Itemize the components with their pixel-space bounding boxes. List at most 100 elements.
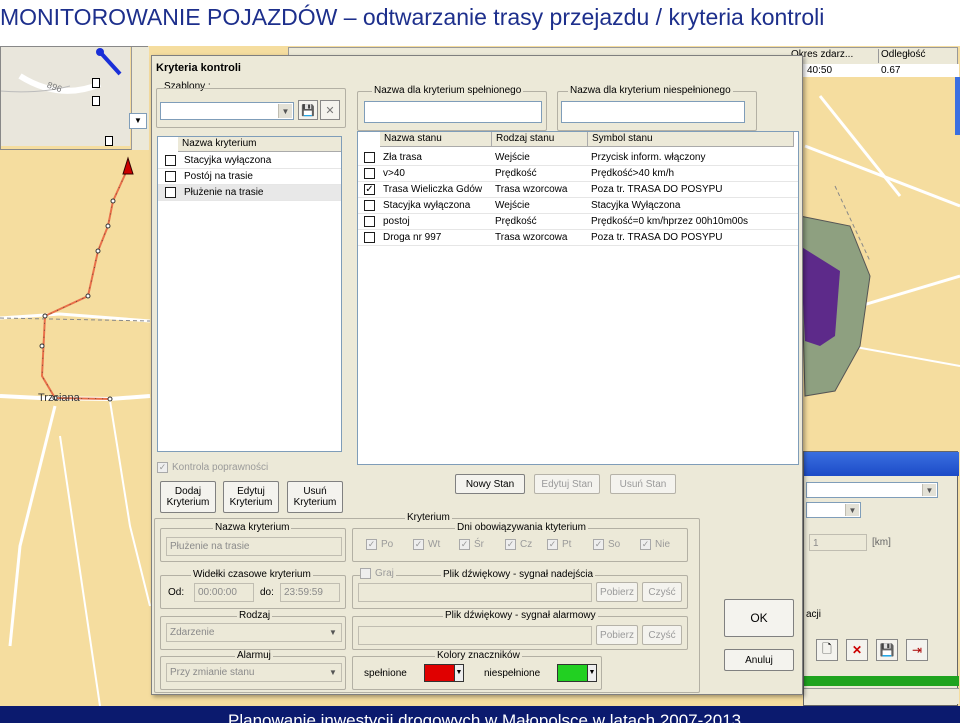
day-checkbox-box[interactable]: ✓ (459, 539, 470, 550)
delete-criterion-button[interactable]: Usuń Kryterium (287, 481, 343, 513)
day-checkbox[interactable]: ✓ Pt (547, 539, 571, 550)
state-type: Trasa wzorcowa (495, 184, 568, 195)
criterion-name-label: Nazwa kryterium (213, 522, 292, 533)
exit-icon[interactable]: ⇥ (906, 639, 928, 661)
delete-state-button[interactable]: Usuń Stan (610, 474, 676, 494)
to-time-input[interactable]: 23:59:59 (280, 583, 340, 602)
table-row[interactable]: v>40 Prędkość Prędkość>40 km/h (358, 166, 798, 182)
state-checkbox[interactable] (364, 152, 375, 163)
cancel-button[interactable]: Anuluj (724, 649, 794, 671)
grid-cell: 0.67 (881, 65, 901, 76)
new-state-button[interactable]: Nowy Stan (455, 474, 525, 494)
day-checkbox-box[interactable]: ✓ (505, 539, 516, 550)
delete-icon[interactable]: ✕ (320, 100, 340, 120)
criteria-list[interactable]: Nazwa kryterium Stacyjka wyłączona Postó… (157, 136, 342, 452)
criterion-name-input[interactable]: Płużenie na trasie (166, 537, 342, 556)
add-criterion-button[interactable]: Dodaj Kryterium (160, 481, 216, 513)
dropdown-arrow-icon[interactable]: ▼ (454, 664, 464, 682)
dropdown-arrow-icon: ▼ (922, 484, 936, 496)
alarm-fetch-button[interactable]: Pobierz (596, 625, 638, 645)
to-label: do: (260, 587, 274, 598)
delete-icon[interactable]: ✕ (846, 639, 868, 661)
correctness-checkbox[interactable]: ✓ (157, 462, 168, 473)
met-name-label: Nazwa dla kryterium spełnionego (372, 85, 524, 96)
distance-field[interactable]: 1 (809, 534, 867, 551)
day-checkbox[interactable]: ✓ Cz (505, 539, 532, 550)
day-checkbox-box[interactable]: ✓ (593, 539, 604, 550)
slide-title: MONITOROWANIE POJAZDÓW – odtwarzanie tra… (0, 4, 825, 30)
background-select[interactable]: ▼ (806, 502, 861, 518)
day-checkbox[interactable]: ✓ Śr (459, 539, 484, 550)
grid-header: Odległość (881, 49, 926, 60)
table-row[interactable]: Zła trasa Wejście Przycisk inform. włącz… (358, 150, 798, 166)
table-row[interactable]: ✓ Trasa Wieliczka Gdów Trasa wzorcowa Po… (358, 182, 798, 198)
alarm-sound-file[interactable] (358, 626, 592, 645)
day-checkbox-box[interactable]: ✓ (366, 539, 377, 550)
day-checkbox-box[interactable]: ✓ (547, 539, 558, 550)
time-window-label: Widełki czasowe kryterium (191, 569, 313, 580)
state-name: Stacyjka wyłączona (383, 200, 471, 211)
new-document-icon[interactable]: 🗋 (816, 639, 838, 661)
slide-title-bar: MONITOROWANIE POJAZDÓW – odtwarzanie tra… (0, 0, 960, 46)
alarm-select[interactable]: Przy zmianie stanu ▼ (166, 663, 342, 682)
state-checkbox[interactable] (364, 216, 375, 227)
alarm-sound-label: Plik dźwiękowy - sygnał alarmowy (443, 610, 598, 621)
criterion-checkbox[interactable] (165, 171, 176, 182)
day-checkbox[interactable]: ✓ Nie (640, 539, 670, 550)
arrival-sound-file[interactable] (358, 583, 592, 602)
state-checkbox[interactable]: ✓ (364, 184, 375, 195)
day-checkbox-box[interactable]: ✓ (640, 539, 651, 550)
play-sound-check[interactable]: Graj (360, 568, 396, 579)
correctness-check[interactable]: ✓ Kontrola poprawności (157, 462, 268, 473)
horizontal-scrollbar[interactable] (804, 688, 959, 704)
partial-label: acji (806, 609, 822, 620)
slide-footer: Planowanie inwestycji drogowych w Małopo… (0, 706, 960, 723)
list-item[interactable]: Postój na trasie (158, 169, 341, 185)
save-icon[interactable]: 💾 (298, 100, 318, 120)
table-row[interactable]: postoj Prędkość Prędkość=0 km/hprzez 00h… (358, 214, 798, 230)
criterion-label: Postój na trasie (184, 171, 253, 182)
state-checkbox[interactable] (364, 232, 375, 243)
kind-select[interactable]: Zdarzenie ▼ (166, 623, 342, 642)
edit-criterion-button[interactable]: Edytuj Kryterium (223, 481, 279, 513)
window-edge (955, 77, 960, 135)
ok-button[interactable]: OK (724, 599, 794, 637)
criterion-checkbox[interactable] (165, 187, 176, 198)
grid-cell: 40:50 (807, 65, 833, 76)
day-checkbox[interactable]: ✓ Po (366, 539, 393, 550)
day-checkbox[interactable]: ✓ So (593, 539, 620, 550)
arrival-sound-label: Plik dźwiękowy - sygnał nadejścia (441, 569, 596, 580)
arrival-clear-button[interactable]: Czyść (642, 582, 682, 602)
dropdown-arrow-icon: ▼ (278, 104, 292, 118)
day-checkbox-box[interactable]: ✓ (413, 539, 424, 550)
templates-select[interactable]: ▼ (160, 102, 294, 120)
background-select[interactable]: ▼ (806, 482, 938, 498)
state-checkbox[interactable] (364, 200, 375, 211)
edit-state-button[interactable]: Edytuj Stan (534, 474, 600, 494)
met-name-input[interactable] (364, 101, 542, 123)
day-checkbox[interactable]: ✓ Wt (413, 539, 440, 550)
state-symbol: Poza tr. TRASA DO POSYPU (591, 232, 723, 243)
save-icon[interactable]: 💾 (876, 639, 898, 661)
distance-unit: [km] (872, 537, 891, 548)
alarm-clear-button[interactable]: Czyść (642, 625, 682, 645)
unmet-name-input[interactable] (561, 101, 745, 123)
criteria-list-header: Nazwa kryterium (178, 137, 341, 152)
state-type: Trasa wzorcowa (495, 232, 568, 243)
play-sound-checkbox[interactable] (360, 568, 371, 579)
states-header: Nazwa stanu (380, 132, 492, 147)
dropdown-arrow-icon[interactable]: ▼ (587, 664, 597, 682)
arrival-fetch-button[interactable]: Pobierz (596, 582, 638, 602)
state-type: Prędkość (495, 168, 537, 179)
list-item[interactable]: Stacyjka wyłączona (158, 153, 341, 169)
list-item[interactable]: Płużenie na trasie (158, 185, 341, 201)
kind-label: Rodzaj (237, 610, 273, 621)
table-row[interactable]: Droga nr 997 Trasa wzorcowa Poza tr. TRA… (358, 230, 798, 246)
table-row[interactable]: Stacyjka wyłączona Wejście Stacyjka Wyłą… (358, 198, 798, 214)
criterion-checkbox[interactable] (165, 155, 176, 166)
dropdown-arrow-icon[interactable]: ▼ (129, 113, 147, 129)
state-checkbox[interactable] (364, 168, 375, 179)
from-time-input[interactable]: 00:00:00 (194, 583, 254, 602)
states-table[interactable]: Nazwa stanu Rodzaj stanu Symbol stanu Zł… (357, 131, 799, 465)
minimap-side-panel (131, 47, 149, 150)
